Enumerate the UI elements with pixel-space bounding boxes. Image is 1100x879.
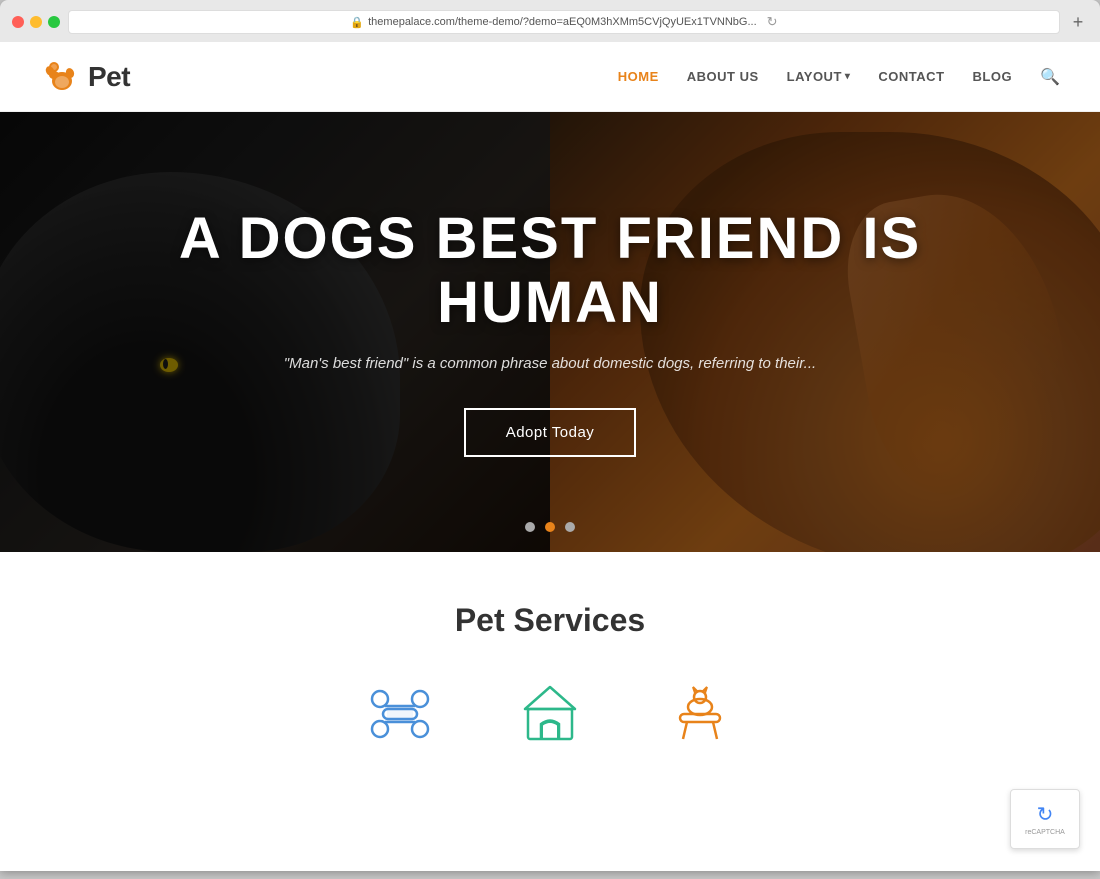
- chevron-down-icon: ▾: [845, 71, 851, 82]
- traffic-lights: [12, 16, 60, 28]
- nav-layout-label: LAYOUT: [787, 69, 842, 84]
- services-title: Pet Services: [40, 602, 1060, 639]
- nav-home[interactable]: HOME: [618, 69, 659, 84]
- recaptcha-icon: ↻: [1037, 802, 1054, 827]
- maximize-button[interactable]: [48, 16, 60, 28]
- refresh-icon[interactable]: ↻: [767, 14, 778, 30]
- hero-dot-2[interactable]: [545, 522, 555, 532]
- adopt-today-button[interactable]: Adopt Today: [464, 408, 637, 457]
- close-button[interactable]: [12, 16, 24, 28]
- website-content: Pet HOME ABOUT US LAYOUT ▾ CONTACT BLOG …: [0, 42, 1100, 871]
- recaptcha-badge: ↻ reCAPTCHA: [1010, 789, 1080, 849]
- nav-blog[interactable]: BLOG: [973, 69, 1013, 84]
- minimize-button[interactable]: [30, 16, 42, 28]
- address-bar[interactable]: 🔒 themepalace.com/theme-demo/?demo=aEQ0M…: [68, 10, 1060, 34]
- recaptcha-text: reCAPTCHA: [1025, 829, 1065, 836]
- grooming-icon: [665, 679, 735, 749]
- logo-icon: [40, 55, 84, 99]
- lock-icon: 🔒: [350, 16, 364, 29]
- new-tab-button[interactable]: +: [1068, 12, 1088, 32]
- address-text: themepalace.com/theme-demo/?demo=aEQ0M3h…: [368, 16, 757, 28]
- logo-text: Pet: [88, 61, 130, 93]
- browser-titlebar: 🔒 themepalace.com/theme-demo/?demo=aEQ0M…: [0, 10, 1100, 42]
- site-header: Pet HOME ABOUT US LAYOUT ▾ CONTACT BLOG …: [0, 42, 1100, 112]
- main-nav: HOME ABOUT US LAYOUT ▾ CONTACT BLOG 🔍: [618, 67, 1060, 87]
- service-boarding: [515, 679, 585, 749]
- hero-content: A DOGS BEST FRIEND IS HUMAN "Man's best …: [100, 207, 1000, 457]
- hero-dot-1[interactable]: [525, 522, 535, 532]
- hero-dot-3[interactable]: [565, 522, 575, 532]
- site-logo[interactable]: Pet: [40, 55, 130, 99]
- nav-contact[interactable]: CONTACT: [878, 69, 944, 84]
- browser-window: 🔒 themepalace.com/theme-demo/?demo=aEQ0M…: [0, 0, 1100, 871]
- hero-title: A DOGS BEST FRIEND IS HUMAN: [140, 207, 960, 335]
- hero-slideshow-dots: [525, 522, 575, 532]
- bone-icon: [365, 679, 435, 749]
- hero-subtitle: "Man's best friend" is a common phrase a…: [140, 355, 960, 372]
- service-nutrition: [365, 679, 435, 749]
- services-section: Pet Services: [0, 552, 1100, 789]
- kennel-icon: [515, 679, 585, 749]
- search-icon[interactable]: 🔍: [1040, 67, 1060, 87]
- service-grooming: [665, 679, 735, 749]
- nav-layout[interactable]: LAYOUT ▾: [787, 69, 851, 84]
- nav-about[interactable]: ABOUT US: [687, 69, 759, 84]
- hero-section: A DOGS BEST FRIEND IS HUMAN "Man's best …: [0, 112, 1100, 552]
- services-grid: [40, 679, 1060, 749]
